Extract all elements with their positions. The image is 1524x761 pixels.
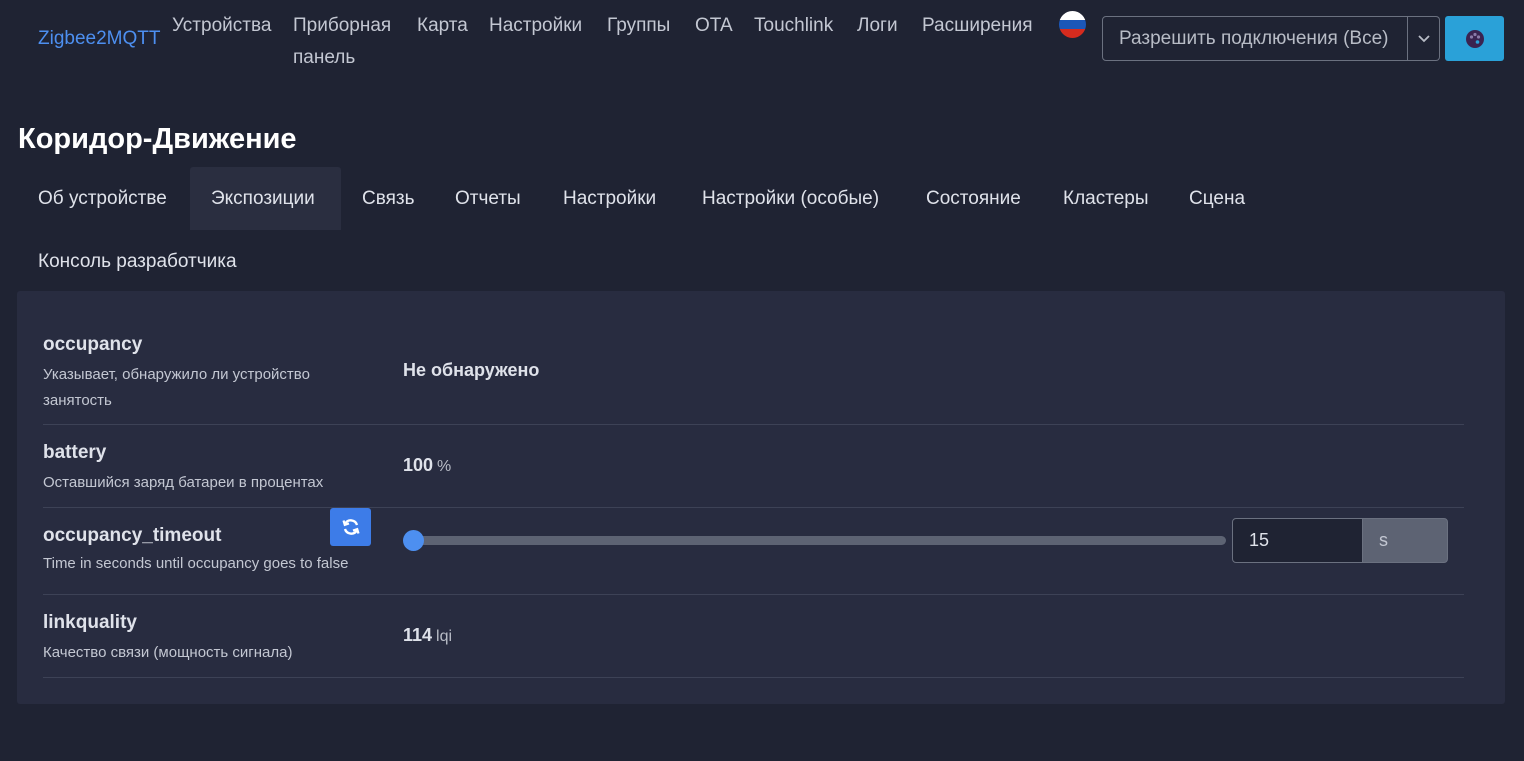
occupancy-value: Не обнаружено [403,360,540,380]
nav-item-logs[interactable]: Логи [857,10,898,42]
brand-link[interactable]: Zigbee2MQTT [38,28,160,50]
tab-settings[interactable]: Настройки [542,167,677,230]
nav-item-ota[interactable]: OTA [695,10,733,42]
tab-about[interactable]: Об устройстве [17,167,188,230]
nav-item-settings[interactable]: Настройки [489,10,582,42]
tab-state[interactable]: Состояние [905,167,1042,230]
tab-clusters[interactable]: Кластеры [1042,167,1170,230]
chevron-down-icon [1417,34,1430,42]
permit-join-dropdown-toggle[interactable] [1408,16,1440,61]
tab-dev-console[interactable]: Консоль разработчика [17,230,258,293]
expose-row-linkquality: linkquality Качество связи (мощность сиг… [43,612,1464,678]
tab-scene[interactable]: Сцена [1168,167,1266,230]
expose-description: Time in seconds until occupancy goes to … [43,555,349,572]
battery-unit: % [437,458,452,475]
timeout-unit: s [1362,518,1448,563]
theme-switch-button[interactable] [1445,16,1504,61]
nav-item-map[interactable]: Карта [417,10,468,42]
palette-icon [1465,29,1484,48]
tab-reporting[interactable]: Отчеты [434,167,542,230]
expose-value: 114 lqi [403,625,452,646]
timeout-number-input[interactable] [1232,518,1363,563]
expose-description: Оставшийся заряд батареи в процентах [43,474,324,491]
tab-bind[interactable]: Связь [341,167,436,230]
tab-settings-specific[interactable]: Настройки (особые) [681,167,900,230]
refresh-button[interactable] [330,508,371,546]
expose-value: 100% [403,455,451,476]
timeout-slider-track[interactable] [413,536,1226,545]
nav-item-dashboard[interactable]: Приборная панель [293,10,403,74]
expose-value: Не обнаружено [403,360,539,381]
timeout-slider-thumb[interactable] [403,530,424,551]
expose-name: battery [43,442,107,463]
expose-name: occupancy [43,334,143,355]
exposes-card: occupancy Указывает, обнаружило ли устро… [17,291,1505,704]
refresh-icon [341,519,360,535]
permit-join-group: Разрешить подключения (Все) [1102,16,1440,61]
expose-row-battery: battery Оставшийся заряд батареи в проце… [43,442,1464,508]
tab-exposes[interactable]: Экспозиции [190,167,341,230]
expose-description: Указывает, обнаружило ли устройство заня… [43,366,310,409]
page-title: Коридор-Движение [18,123,297,155]
permit-join-button[interactable]: Разрешить подключения (Все) [1102,16,1408,61]
expose-row-occupancy: occupancy Указывает, обнаружило ли устро… [43,334,1464,425]
linkquality-unit: lqi [436,628,453,645]
expose-name: linkquality [43,612,137,633]
battery-value: 100 [403,455,434,475]
expose-row-occupancy-timeout: occupancy_timeout Time in seconds until … [43,508,1464,595]
russian-flag-icon[interactable] [1059,11,1086,38]
navbar: Zigbee2MQTT Устройства Приборная панель … [0,0,1524,80]
nav-item-groups[interactable]: Группы [607,10,670,42]
expose-name: occupancy_timeout [43,525,222,546]
linkquality-value: 114 [403,625,433,645]
nav-item-touchlink[interactable]: Touchlink [754,10,833,42]
nav-item-devices[interactable]: Устройства [172,10,271,42]
expose-description: Качество связи (мощность сигнала) [43,644,293,661]
nav-item-extensions[interactable]: Расширения [922,10,1033,42]
